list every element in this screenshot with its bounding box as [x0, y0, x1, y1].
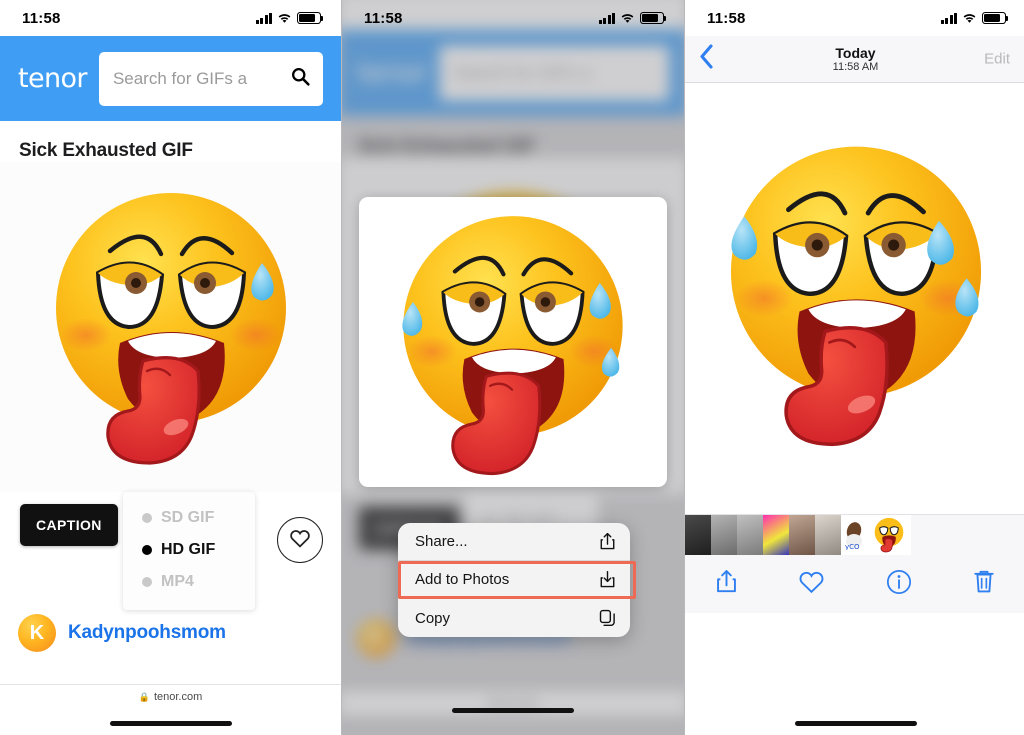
panel-photos-app: 11:58 Today 11:58 AM Edit yCO [685, 0, 1024, 735]
share-icon [599, 532, 616, 551]
context-menu[interactable]: Share... Add to Photos Copy [398, 523, 630, 637]
thumbnail-4[interactable] [763, 515, 789, 555]
status-bar: 11:58 [685, 0, 1024, 36]
search-icon[interactable] [290, 66, 311, 92]
status-bar: 11:58 [0, 0, 341, 36]
battery-icon [640, 12, 667, 24]
home-indicator [452, 708, 574, 713]
thumbnail-1[interactable] [685, 515, 711, 555]
copy-icon [599, 609, 616, 627]
status-icons [940, 12, 1009, 24]
gif-display-area[interactable] [0, 162, 341, 492]
battery-icon [297, 12, 324, 24]
cell-signal-icon [940, 12, 957, 24]
format-label: HD GIF [161, 541, 216, 558]
sick-exhausted-emoji [711, 130, 1001, 467]
status-time: 11:58 [22, 9, 61, 27]
nav-subtitle: 11:58 AM [832, 60, 879, 73]
cell-signal-icon [255, 12, 272, 24]
three-phone-screenshot-strip: 11:58 tenor Search for GIFs a Sick Exhau… [0, 0, 1024, 735]
favorite-button[interactable] [277, 517, 323, 563]
panel-context-menu: tenor Search for GIFs a Sick Exhausted G… [342, 0, 684, 735]
menu-item-add-to-photos[interactable]: Add to Photos [398, 561, 630, 599]
edit-button[interactable]: Edit [984, 51, 1010, 68]
menu-item-label: Add to Photos [415, 571, 510, 588]
search-input[interactable]: Search for GIFs a [98, 51, 323, 106]
battery-icon [982, 12, 1009, 24]
panel-tenor-gif-page: 11:58 tenor Search for GIFs a Sick Exhau… [0, 0, 341, 735]
gif-preview-card[interactable] [359, 197, 667, 487]
thumbnail-6[interactable] [815, 515, 841, 555]
status-bar: 11:58 [342, 0, 684, 36]
cell-signal-icon [598, 12, 615, 24]
url-domain: tenor.com [153, 691, 203, 703]
menu-item-label: Copy [415, 609, 451, 627]
lock-icon: 🔒 [138, 691, 150, 702]
format-option-sd[interactable]: SD GIF [123, 502, 255, 534]
radio-dot-icon [142, 577, 152, 587]
favorite-button[interactable] [798, 569, 825, 599]
share-button[interactable] [715, 568, 738, 600]
home-indicator [109, 721, 232, 726]
status-time: 11:58 [707, 9, 746, 27]
photo-viewer[interactable] [685, 83, 1024, 514]
wifi-icon [620, 13, 635, 24]
radio-dot-selected-icon [142, 545, 152, 555]
format-option-mp4[interactable]: MP4 [123, 566, 255, 598]
back-button[interactable] [699, 44, 714, 74]
sick-exhausted-emoji [40, 175, 302, 480]
format-label: SD GIF [161, 509, 215, 526]
thumbnail-current[interactable] [867, 515, 911, 555]
page-title: Sick Exhausted GIF [19, 140, 193, 161]
uploader-row[interactable]: K Kadynpoohsmom [0, 612, 341, 652]
tenor-header: tenor Search for GIFs a [0, 36, 341, 121]
status-icons [598, 12, 667, 24]
menu-item-share[interactable]: Share... [398, 523, 630, 561]
wifi-icon [962, 13, 977, 24]
avatar: K [18, 614, 56, 652]
svg-text:yCO: yCO [845, 543, 860, 550]
format-option-hd[interactable]: HD GIF [123, 534, 255, 566]
photos-nav-bar: Today 11:58 AM Edit [685, 36, 1024, 83]
menu-item-copy[interactable]: Copy [398, 599, 630, 637]
info-button[interactable] [886, 569, 912, 600]
thumbnail-3[interactable] [737, 515, 763, 555]
thumbnail-7[interactable]: yCO [841, 515, 867, 555]
menu-item-label: Share... [415, 533, 468, 550]
nav-title-block: Today 11:58 AM [833, 45, 879, 74]
photos-toolbar [685, 555, 1024, 613]
chevron-left-icon [699, 44, 714, 73]
add-to-photos-icon [599, 570, 616, 589]
status-icons [255, 12, 324, 24]
gif-actions-row: CAPTION SD GIF HD GIF MP4 [0, 492, 341, 612]
wifi-icon [277, 13, 292, 24]
tenor-logo[interactable]: tenor [18, 63, 88, 94]
thumbnail-strip[interactable]: yCO [685, 514, 1024, 555]
caption-button[interactable]: CAPTION [20, 504, 118, 546]
thumbnail-5[interactable] [789, 515, 815, 555]
safari-url-bar[interactable]: 🔒 tenor.com [0, 684, 341, 709]
radio-dot-icon [142, 513, 152, 523]
format-selector[interactable]: SD GIF HD GIF MP4 [123, 492, 255, 610]
nav-title: Today [835, 44, 876, 61]
home-indicator [794, 721, 917, 726]
status-time: 11:58 [364, 9, 403, 27]
thumbnail-2[interactable] [711, 515, 737, 555]
format-label: MP4 [161, 573, 194, 590]
delete-button[interactable] [972, 568, 996, 600]
uploader-name[interactable]: Kadynpoohsmom [68, 622, 226, 644]
search-placeholder: Search for GIFs a [112, 68, 248, 88]
heart-icon [289, 528, 311, 553]
